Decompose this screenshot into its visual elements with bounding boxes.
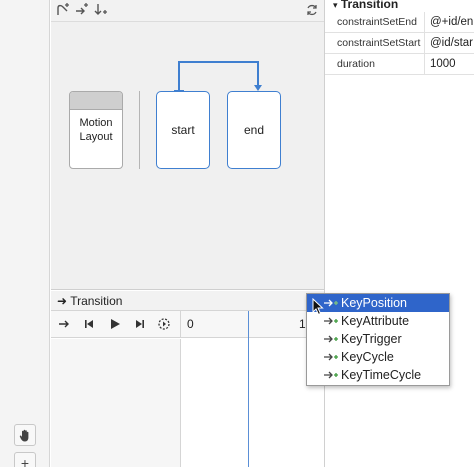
collapse-triangle-icon[interactable]: ▾ — [333, 0, 338, 10]
menu-item-keyposition[interactable]: KeyPosition — [307, 294, 449, 312]
menu-item-label: KeyAttribute — [341, 314, 410, 328]
timeline-tracks-list — [51, 339, 181, 467]
skip-to-start-icon[interactable] — [82, 317, 96, 331]
timeline-header: ➜ Transition — [51, 291, 324, 311]
create-click-handler-icon[interactable] — [94, 3, 108, 17]
zoom-in-label: + — [20, 455, 30, 467]
menu-item-keytrigger[interactable]: KeyTrigger — [307, 330, 449, 348]
pan-hand-icon — [19, 429, 29, 441]
constraint-set-end-label: end — [243, 123, 265, 137]
menu-item-label: KeyCycle — [341, 350, 394, 364]
playback-speed-icon[interactable] — [157, 317, 171, 331]
attributes-panel: ▾ Transition constraintSetEnd @+id/en co… — [324, 0, 474, 467]
cycle-layout-icon[interactable] — [305, 3, 319, 17]
menu-item-keyattribute[interactable]: KeyAttribute — [307, 312, 449, 330]
pan-hand-icon[interactable] — [14, 424, 36, 446]
attribute-value[interactable]: @id/star — [425, 33, 474, 53]
timeline-playhead[interactable] — [248, 311, 249, 467]
menu-item-keycycle[interactable]: KeyCycle — [307, 348, 449, 366]
timeline-title: Transition — [70, 294, 123, 308]
timeline-tracks-area[interactable] — [181, 339, 324, 467]
transition-arrow-icon: ➜ — [57, 294, 68, 308]
attribute-row[interactable]: duration 1000 — [325, 54, 474, 75]
attribute-key: constraintSetStart — [325, 33, 425, 53]
keyframe-add-icon — [324, 353, 338, 361]
keyframe-add-icon — [324, 299, 338, 307]
motion-editor-toolbar — [51, 0, 324, 22]
attribute-value[interactable]: @+id/en — [425, 12, 474, 32]
attributes-panel-header[interactable]: ▾ Transition — [325, 0, 474, 12]
constraint-set-start[interactable]: start — [156, 91, 210, 169]
attribute-row[interactable]: constraintSetStart @id/star — [325, 33, 474, 54]
keyframe-add-icon — [324, 371, 338, 379]
keyframe-add-icon — [324, 335, 338, 343]
ruler-start-label: 0 — [187, 317, 194, 331]
menu-item-label: KeyTimeCycle — [341, 368, 422, 382]
attributes-panel-title: Transition — [340, 0, 399, 11]
constraint-set-end[interactable]: end — [227, 91, 281, 169]
attribute-key: duration — [325, 54, 425, 74]
motion-layout-canvas[interactable]: Motion Layout start end — [51, 22, 324, 290]
constraint-set-start-label: start — [171, 123, 195, 137]
skip-to-end-icon[interactable] — [133, 317, 147, 331]
transition-direction-icon[interactable] — [57, 317, 71, 331]
keyframe-add-icon — [324, 317, 338, 325]
attribute-key: constraintSetEnd — [325, 12, 425, 32]
mouse-pointer-icon — [312, 298, 324, 316]
menu-item-keytimecycle[interactable]: KeyTimeCycle — [307, 366, 449, 384]
menu-item-label: KeyPosition — [341, 296, 408, 310]
menu-item-label: KeyTrigger — [341, 332, 402, 346]
attribute-value[interactable]: 1000 — [425, 54, 474, 74]
play-icon[interactable] — [108, 317, 122, 331]
zoom-in-button[interactable]: + — [14, 452, 36, 467]
create-transition-icon[interactable] — [75, 3, 89, 17]
attribute-row[interactable]: constraintSetEnd @+id/en — [325, 12, 474, 33]
left-tool-strip: + — [0, 0, 50, 467]
timeline-ruler[interactable]: 0 1 — [181, 311, 324, 338]
add-keyframe-menu: KeyPosition KeyAttribute KeyTrigger KeyC… — [306, 293, 450, 386]
timeline-controls — [51, 311, 181, 338]
create-constraint-set-icon[interactable] — [56, 3, 70, 17]
ruler-end-label: 1 — [299, 317, 306, 331]
